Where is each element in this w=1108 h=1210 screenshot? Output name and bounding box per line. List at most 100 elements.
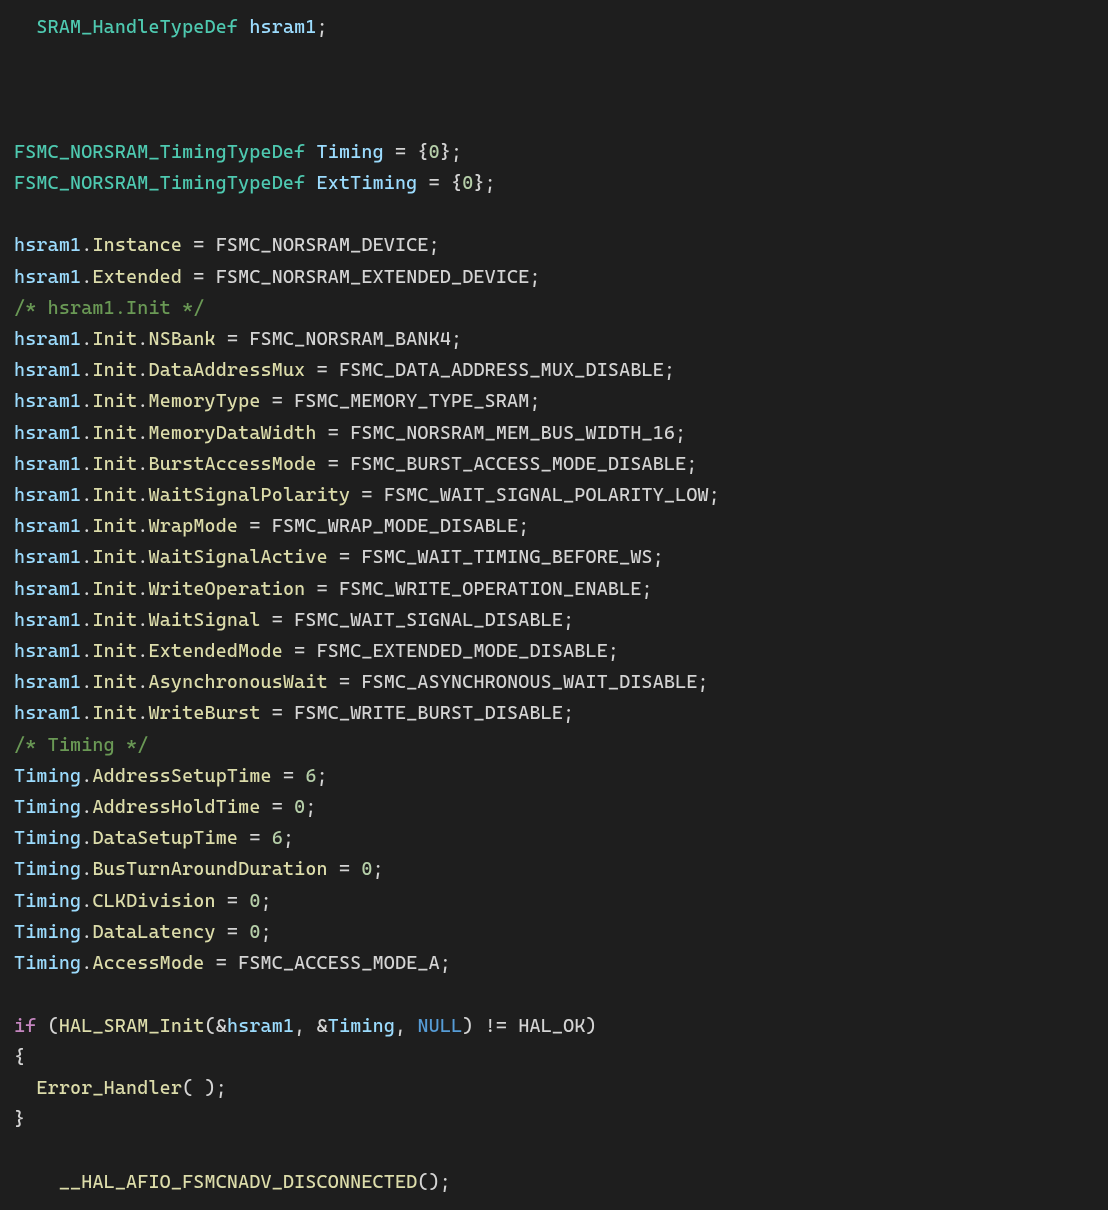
token-punc: = { (417, 173, 462, 194)
token-member: Init (92, 391, 137, 412)
token-member: MemoryType (149, 391, 261, 412)
token-punc: ; (440, 953, 451, 974)
token-punc: . (137, 610, 148, 631)
token-punc: = (317, 423, 351, 444)
token-macro: FSMC_EXTENDED_MODE_DISABLE (317, 641, 608, 662)
code-editor-content[interactable]: SRAM_HandleTypeDef hsram1; FSMC_NORSRAM_… (0, 0, 1108, 1210)
token-punc: , & (294, 1016, 328, 1037)
token-member: Init (92, 423, 137, 444)
token-member: AccessMode (92, 953, 204, 974)
code-line[interactable]: __HAL_AFIO_FSMCNADV_DISCONNECTED(); (14, 1172, 451, 1193)
token-punc: . (137, 672, 148, 693)
code-line[interactable]: { (14, 1047, 25, 1068)
token-punc: , (395, 1016, 417, 1037)
token-punc: . (81, 485, 92, 506)
token-punc: ; (675, 423, 686, 444)
token-punc: = { (384, 142, 429, 163)
token-punc: ) (586, 1016, 597, 1037)
token-punc: ; (664, 360, 675, 381)
code-line[interactable]: Timing.BusTurnAroundDuration = 0; (14, 859, 384, 880)
code-line[interactable]: hsram1.Init.DataAddressMux = FSMC_DATA_A… (14, 360, 675, 381)
token-member: Init (92, 516, 137, 537)
code-line[interactable]: hsram1.Init.WaitSignal = FSMC_WAIT_SIGNA… (14, 610, 574, 631)
token-punc: ; (429, 235, 440, 256)
code-line[interactable]: FSMC_NORSRAM_TimingTypeDef ExtTiming = {… (14, 173, 496, 194)
code-line[interactable]: hsram1.Init.MemoryDataWidth = FSMC_NORSR… (14, 423, 686, 444)
code-line[interactable]: Timing.DataLatency = 0; (14, 922, 272, 943)
token-obj: Timing (14, 766, 81, 787)
code-line[interactable]: hsram1.Init.WaitSignalActive = FSMC_WAIT… (14, 547, 664, 568)
token-obj: hsram1 (14, 547, 81, 568)
code-line[interactable]: Timing.AddressSetupTime = 6; (14, 766, 328, 787)
token-punc: . (81, 610, 92, 631)
token-obj: hsram1 (14, 516, 81, 537)
token-punc: ; (686, 454, 697, 475)
token-punc: = (216, 922, 250, 943)
token-member: WrapMode (149, 516, 239, 537)
token-punc: . (81, 859, 92, 880)
code-line[interactable]: if (HAL_SRAM_Init(&hsram1, &Timing, NULL… (14, 1016, 597, 1037)
code-line[interactable]: hsram1.Init.BurstAccessMode = FSMC_BURST… (14, 454, 698, 475)
token-punc: . (137, 329, 148, 350)
token-punc: . (137, 360, 148, 381)
token-punc: = (238, 828, 272, 849)
token-member: NSBank (149, 329, 216, 350)
code-line[interactable]: FSMC_NORSRAM_TimingTypeDef Timing = {0}; (14, 142, 462, 163)
token-punc: . (137, 641, 148, 662)
code-line[interactable]: hsram1.Init.WriteOperation = FSMC_WRITE_… (14, 579, 653, 600)
token-punc: . (81, 235, 92, 256)
token-macro: FSMC_WRAP_MODE_DISABLE (272, 516, 519, 537)
code-line[interactable]: Timing.AddressHoldTime = 0; (14, 797, 317, 818)
token-obj: Timing (14, 953, 81, 974)
token-member: CLKDivision (92, 891, 215, 912)
token-member: AsynchronousWait (149, 672, 328, 693)
token-member: Init (92, 579, 137, 600)
token-punc: . (137, 703, 148, 724)
code-line[interactable]: Error_Handler( ); (14, 1078, 227, 1099)
code-line[interactable]: hsram1.Init.WaitSignalPolarity = FSMC_WA… (14, 485, 720, 506)
code-line[interactable]: /* hsram1.Init */ (14, 298, 204, 319)
token-punc (305, 142, 316, 163)
token-member: Init (92, 547, 137, 568)
token-punc: . (81, 267, 92, 288)
token-obj: hsram1 (14, 485, 81, 506)
token-punc: }; (440, 142, 462, 163)
code-line[interactable]: hsram1.Init.MemoryType = FSMC_MEMORY_TYP… (14, 391, 541, 412)
token-punc: ; (373, 859, 384, 880)
code-line[interactable]: SRAM_HandleTypeDef hsram1; (14, 17, 328, 38)
code-line[interactable]: Timing.CLKDivision = 0; (14, 891, 272, 912)
code-line[interactable]: /* Timing */ (14, 735, 148, 756)
token-member: WaitSignalActive (149, 547, 328, 568)
code-line[interactable]: } (14, 1109, 25, 1130)
code-line[interactable]: hsram1.Init.WriteBurst = FSMC_WRITE_BURS… (14, 703, 574, 724)
token-obj: Timing (14, 859, 81, 880)
token-punc: . (137, 485, 148, 506)
code-line[interactable]: hsram1.Init.WrapMode = FSMC_WRAP_MODE_DI… (14, 516, 530, 537)
token-macro: FSMC_BURST_ACCESS_MODE_DISABLE (350, 454, 686, 475)
token-punc: . (81, 922, 92, 943)
token-punc: ) != (462, 1016, 518, 1037)
token-punc: . (137, 579, 148, 600)
token-member: Init (92, 703, 137, 724)
token-obj: hsram1 (14, 610, 81, 631)
token-obj: Timing (14, 828, 81, 849)
code-line[interactable]: hsram1.Extended = FSMC_NORSRAM_EXTENDED_… (14, 267, 541, 288)
code-line[interactable]: hsram1.Init.ExtendedMode = FSMC_EXTENDED… (14, 641, 619, 662)
token-func: __HAL_AFIO_FSMCNADV_DISCONNECTED (59, 1172, 418, 1193)
token-num: 0 (294, 797, 305, 818)
code-line[interactable]: hsram1.Init.NSBank = FSMC_NORSRAM_BANK4; (14, 329, 462, 350)
token-var: ExtTiming (317, 173, 418, 194)
code-line[interactable]: hsram1.Instance = FSMC_NORSRAM_DEVICE; (14, 235, 440, 256)
token-punc: ; (317, 17, 328, 38)
code-line[interactable]: hsram1.Init.AsynchronousWait = FSMC_ASYN… (14, 672, 709, 693)
token-punc: = (305, 360, 339, 381)
token-member: Init (92, 610, 137, 631)
token-punc: = (261, 797, 295, 818)
token-obj: hsram1 (14, 329, 81, 350)
code-line[interactable]: Timing.AccessMode = FSMC_ACCESS_MODE_A; (14, 953, 451, 974)
token-punc: ; (563, 610, 574, 631)
code-line[interactable]: Timing.DataSetupTime = 6; (14, 828, 294, 849)
token-member: AddressHoldTime (92, 797, 260, 818)
token-member: Instance (92, 235, 182, 256)
token-punc: . (137, 516, 148, 537)
